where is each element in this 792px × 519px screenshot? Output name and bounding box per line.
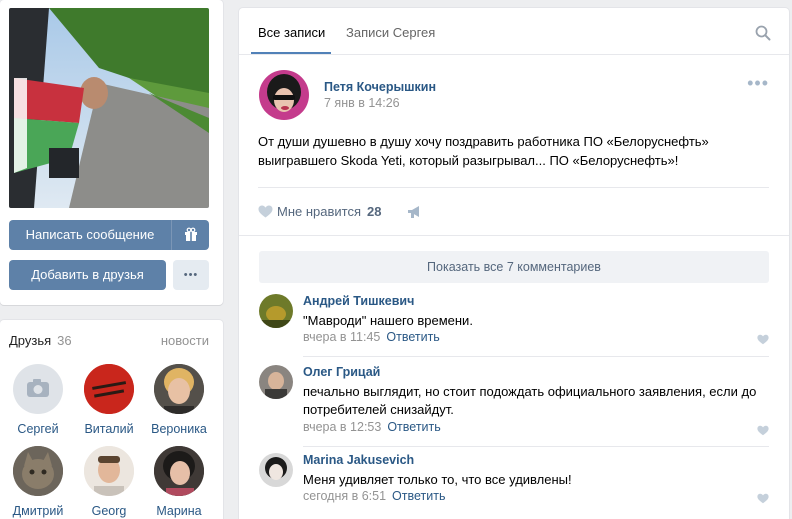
comment-meta: вчера в 11:45 Ответить [303,330,440,344]
avatar[interactable] [259,365,293,399]
comment-meta: сегодня в 6:51 Ответить [303,489,445,503]
like-button[interactable]: Мне нравится 28 [258,204,381,220]
reply-link[interactable]: Ответить [387,420,440,434]
friend-item[interactable]: Виталий [76,364,142,436]
friends-header: Друзья 36 новости [9,333,209,349]
active-tab-indicator [251,52,331,54]
avatar[interactable] [84,446,134,496]
post-date[interactable]: 7 янв в 14:26 [324,96,400,110]
friend-item[interactable]: Марина [146,446,212,518]
friend-name[interactable]: Сергей [5,422,71,436]
divider [303,356,769,357]
comment-meta: вчера в 12:53 Ответить [303,420,441,434]
friend-name[interactable]: Georg [76,504,142,518]
comment-time[interactable]: сегодня в 6:51 [303,489,386,503]
post-text-line: От души душевно в душу хочу поздравить р… [258,134,709,149]
like-label: Мне нравится [277,204,362,219]
wall-tabs: Все записи Записи Сергея [239,8,789,55]
post-author-avatar[interactable] [259,70,309,120]
avatar[interactable] [13,446,63,496]
avatar[interactable] [259,453,293,487]
comment-text: печально выглядит, но стоит подождать оф… [303,384,757,417]
friend-item[interactable]: Вероника [146,364,212,436]
profile-card: Написать сообщение Добавить в друзья ••• [0,0,223,305]
avatar[interactable] [154,446,204,496]
divider [258,187,769,188]
gift-button[interactable] [171,220,209,250]
wall-card: Все записи Записи Сергея Петя Кочерышкин… [239,8,789,519]
tab-all-posts[interactable]: Все записи [258,25,325,40]
friend-name[interactable]: Марина [146,504,212,518]
show-all-comments-button[interactable]: Показать все 7 комментариев [259,251,769,283]
avatar[interactable] [259,294,293,328]
add-friend-button[interactable]: Добавить в друзья [9,260,166,290]
post-text: От души душевно в душу хочу поздравить р… [258,132,758,170]
comment-text: "Мавроди" нашего времени. [303,313,473,328]
comment-author[interactable]: Олег Грицай [303,365,380,379]
comment-time[interactable]: вчера в 11:45 [303,330,380,344]
avatar[interactable] [84,364,134,414]
send-message-button[interactable]: Написать сообщение [9,220,171,250]
reply-link[interactable]: Ответить [386,330,439,344]
friend-name[interactable]: Вероника [146,422,212,436]
gift-icon [184,227,197,241]
search-icon[interactable] [755,25,771,41]
heart-icon[interactable] [757,493,769,504]
friend-item[interactable]: Georg [76,446,142,518]
friend-name[interactable]: Виталий [76,422,142,436]
comment-author[interactable]: Андрей Тишкевич [303,294,414,308]
camera-icon [27,379,49,397]
reply-link[interactable]: Ответить [392,489,445,503]
friends-title[interactable]: Друзья [9,333,51,348]
friend-item[interactable]: Сергей [5,364,71,436]
post-author-name[interactable]: Петя Кочерышкин [324,80,436,94]
friend-name[interactable]: Дмитрий [5,504,71,518]
friend-item[interactable]: Дмитрий [5,446,71,518]
comment-time[interactable]: вчера в 12:53 [303,420,381,434]
profile-photo[interactable] [9,8,209,208]
comment-item: Олег Грицай печально выглядит, но стоит … [259,365,769,447]
divider [303,446,769,447]
heart-icon[interactable] [757,425,769,436]
friends-count: 36 [57,333,72,348]
divider [239,235,789,236]
post-text-line: выигравшего Skoda Yeti, который разыгрыв… [258,153,679,168]
avatar[interactable] [154,364,204,414]
comment-author[interactable]: Marina Jakusevich [303,453,414,467]
share-megaphone-icon[interactable] [407,205,423,219]
comment-item: Андрей Тишкевич "Мавроди" нашего времени… [259,294,769,357]
heart-icon[interactable] [757,334,769,345]
friends-card: Друзья 36 новости Сергей Виталий Вероник… [0,320,223,519]
comment-item: Marina Jakusevich Меня удивляет только т… [259,453,769,513]
like-count: 28 [367,204,382,219]
heart-icon [258,205,273,218]
comment-text: Меня удивляет только то, что все удивлен… [303,472,572,487]
tab-sergey-posts[interactable]: Записи Сергея [346,25,435,40]
more-actions-button[interactable]: ••• [173,260,209,290]
friends-news-link[interactable]: новости [161,333,209,348]
post-menu-button[interactable]: ••• [747,74,769,92]
avatar[interactable] [13,364,63,414]
